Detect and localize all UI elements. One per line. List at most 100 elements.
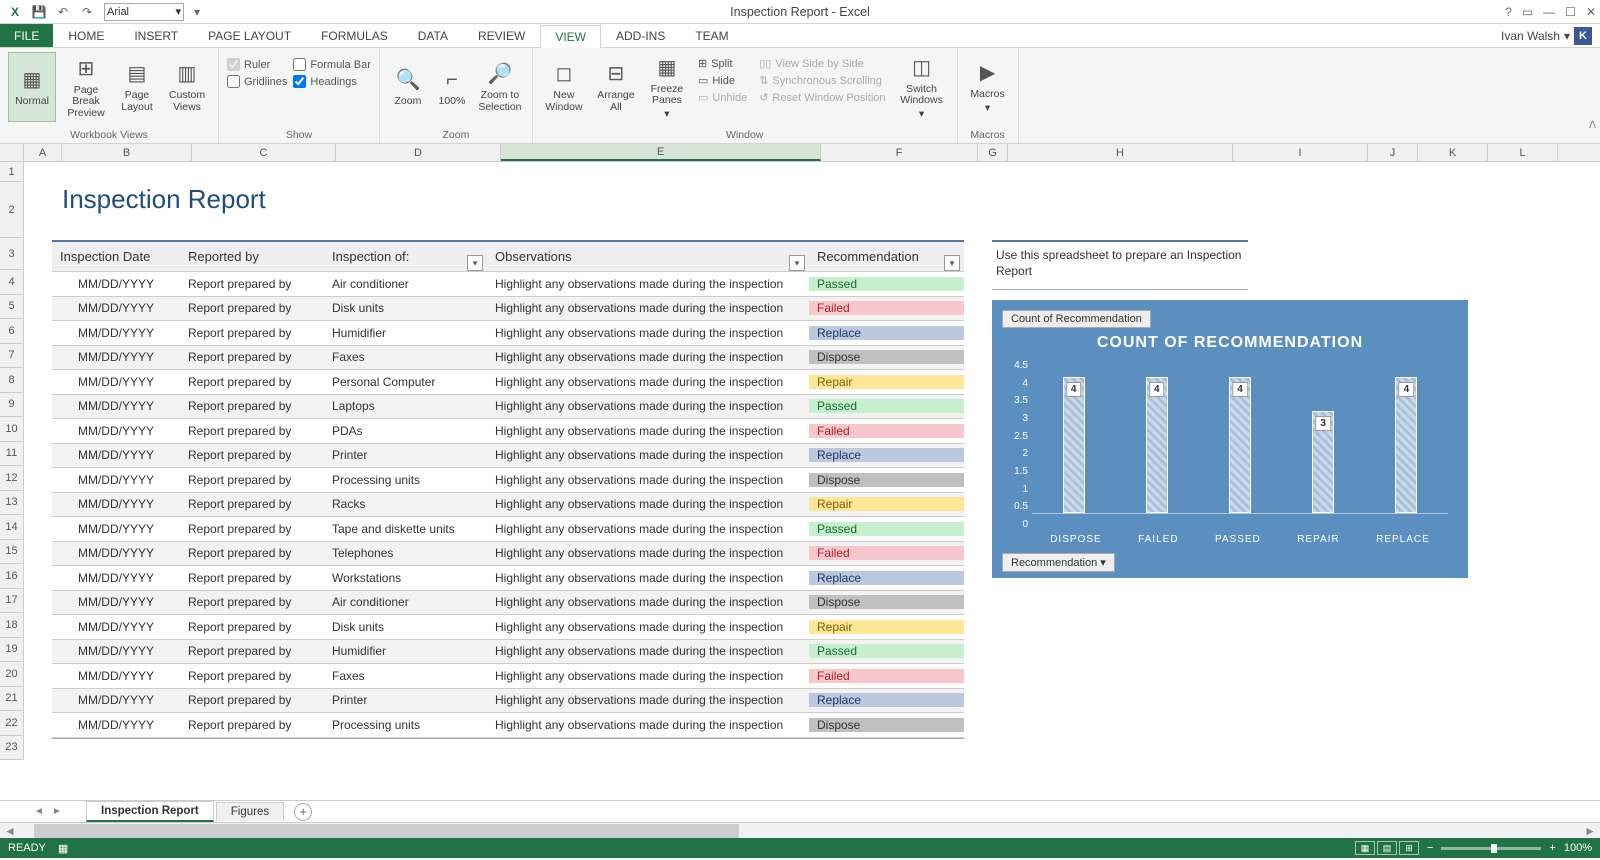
cell-recommendation[interactable]: Failed: [809, 669, 964, 683]
col-header-H[interactable]: H: [1008, 144, 1233, 161]
zoom-button[interactable]: 🔍Zoom: [388, 52, 428, 122]
col-header-E[interactable]: E: [501, 144, 821, 161]
cell-inspection[interactable]: Humidifier: [324, 326, 487, 340]
cell-inspection[interactable]: Tape and diskette units: [324, 522, 487, 536]
pagebreak-button[interactable]: ⊞Page Break Preview: [62, 52, 110, 122]
font-combo[interactable]: Arial▾: [104, 3, 184, 21]
col-reported-by[interactable]: Reported by: [180, 249, 324, 264]
customviews-button[interactable]: ▥Custom Views: [164, 52, 210, 122]
row-header-21[interactable]: 21: [0, 687, 24, 712]
cell-recommendation[interactable]: Replace: [809, 693, 964, 707]
cell-reported[interactable]: Report prepared by: [180, 375, 324, 389]
table-row[interactable]: MM/DD/YYYYReport prepared byTelephonesHi…: [52, 542, 964, 567]
row-header-11[interactable]: 11: [0, 442, 24, 467]
cell-reported[interactable]: Report prepared by: [180, 473, 324, 487]
maximize-icon[interactable]: ☐: [1565, 5, 1576, 19]
table-row[interactable]: MM/DD/YYYYReport prepared byProcessing u…: [52, 468, 964, 493]
filter-icon[interactable]: ▾: [944, 255, 960, 271]
cell-date[interactable]: MM/DD/YYYY: [52, 595, 180, 609]
tab-formulas[interactable]: FORMULAS: [306, 24, 403, 47]
horizontal-scrollbar[interactable]: ◄ ►: [0, 822, 1600, 838]
tab-insert[interactable]: INSERT: [119, 24, 193, 47]
cell-inspection[interactable]: PDAs: [324, 424, 487, 438]
tab-add-ins[interactable]: ADD-INS: [601, 24, 680, 47]
zoom-out-icon[interactable]: −: [1427, 842, 1433, 854]
col-header-D[interactable]: D: [336, 144, 501, 161]
row-header-19[interactable]: 19: [0, 638, 24, 663]
table-row[interactable]: MM/DD/YYYYReport prepared byPDAsHighligh…: [52, 419, 964, 444]
tab-view[interactable]: VIEW: [540, 25, 601, 48]
table-row[interactable]: MM/DD/YYYYReport prepared byRacksHighlig…: [52, 493, 964, 518]
cell-inspection[interactable]: Personal Computer: [324, 375, 487, 389]
cell-date[interactable]: MM/DD/YYYY: [52, 301, 180, 315]
cell-inspection[interactable]: Processing units: [324, 473, 487, 487]
zoom-slider[interactable]: [1441, 847, 1541, 850]
cell-reported[interactable]: Report prepared by: [180, 669, 324, 683]
col-observations[interactable]: Observations▾: [487, 249, 809, 264]
cell-observations[interactable]: Highlight any observations made during t…: [487, 644, 809, 658]
help-icon[interactable]: ?: [1505, 5, 1512, 19]
cell-observations[interactable]: Highlight any observations made during t…: [487, 301, 809, 315]
cell-inspection[interactable]: Telephones: [324, 546, 487, 560]
cell-inspection[interactable]: Laptops: [324, 399, 487, 413]
col-header-A[interactable]: A: [24, 144, 62, 161]
cell-reported[interactable]: Report prepared by: [180, 399, 324, 413]
row-header-18[interactable]: 18: [0, 613, 24, 638]
row-header-13[interactable]: 13: [0, 491, 24, 516]
cell-observations[interactable]: Highlight any observations made during t…: [487, 375, 809, 389]
cell-observations[interactable]: Highlight any observations made during t…: [487, 546, 809, 560]
row-header-9[interactable]: 9: [0, 393, 24, 418]
syncscroll-button[interactable]: ⇅ Synchronous Scrolling: [756, 73, 888, 88]
cell-reported[interactable]: Report prepared by: [180, 718, 324, 732]
sheet-tab-figures[interactable]: Figures: [216, 802, 284, 821]
redo-icon[interactable]: ↷: [76, 2, 98, 22]
unhide-button[interactable]: ▭ Unhide: [695, 90, 750, 105]
cell-recommendation[interactable]: Passed: [809, 644, 964, 658]
close-icon[interactable]: ✕: [1586, 5, 1596, 19]
row-header-8[interactable]: 8: [0, 368, 24, 393]
cell-inspection[interactable]: Printer: [324, 693, 487, 707]
col-header-G[interactable]: G: [978, 144, 1008, 161]
cell-date[interactable]: MM/DD/YYYY: [52, 375, 180, 389]
table-row[interactable]: MM/DD/YYYYReport prepared byPrinterHighl…: [52, 689, 964, 714]
row-header-22[interactable]: 22: [0, 711, 24, 736]
cell-reported[interactable]: Report prepared by: [180, 301, 324, 315]
col-inspection-of[interactable]: Inspection of:▾: [324, 249, 487, 264]
ribbon-opts-icon[interactable]: ▭: [1522, 5, 1533, 19]
cell-recommendation[interactable]: Passed: [809, 399, 964, 413]
cell-observations[interactable]: Highlight any observations made during t…: [487, 571, 809, 585]
cell-recommendation[interactable]: Repair: [809, 375, 964, 389]
row-header-7[interactable]: 7: [0, 344, 24, 369]
zoomtosel-button[interactable]: 🔎Zoom to Selection: [476, 52, 524, 122]
cell-inspection[interactable]: Racks: [324, 497, 487, 511]
table-row[interactable]: MM/DD/YYYYReport prepared byPersonal Com…: [52, 370, 964, 395]
view-layout-icon[interactable]: ▤: [1377, 841, 1397, 855]
cell-observations[interactable]: Highlight any observations made during t…: [487, 669, 809, 683]
col-inspection-date[interactable]: Inspection Date: [52, 249, 180, 264]
split-button[interactable]: ⊞ Split: [695, 56, 750, 71]
col-header-B[interactable]: B: [62, 144, 192, 161]
table-row[interactable]: MM/DD/YYYYReport prepared byDisk unitsHi…: [52, 615, 964, 640]
headings-check[interactable]: Headings: [293, 75, 371, 88]
cell-observations[interactable]: Highlight any observations made during t…: [487, 522, 809, 536]
macro-record-icon[interactable]: ▦: [58, 842, 68, 855]
freezepanes-button[interactable]: ▦Freeze Panes▾: [645, 52, 689, 122]
chart-field-pill[interactable]: Count of Recommendation: [1002, 310, 1151, 328]
cell-observations[interactable]: Highlight any observations made during t…: [487, 473, 809, 487]
zoom100-button[interactable]: ⌐100%: [434, 52, 470, 122]
cell-observations[interactable]: Highlight any observations made during t…: [487, 277, 809, 291]
cell-inspection[interactable]: Air conditioner: [324, 595, 487, 609]
table-row[interactable]: MM/DD/YYYYReport prepared byFaxesHighlig…: [52, 346, 964, 371]
cell-recommendation[interactable]: Repair: [809, 497, 964, 511]
resetpos-button[interactable]: ↺ Reset Window Position: [756, 90, 888, 105]
cell-reported[interactable]: Report prepared by: [180, 448, 324, 462]
cell-recommendation[interactable]: Dispose: [809, 595, 964, 609]
newwindow-button[interactable]: ◻New Window: [541, 52, 587, 122]
row-header-2[interactable]: 2: [0, 182, 24, 238]
table-row[interactable]: MM/DD/YYYYReport prepared byFaxesHighlig…: [52, 664, 964, 689]
col-header-I[interactable]: I: [1233, 144, 1368, 161]
cell-date[interactable]: MM/DD/YYYY: [52, 350, 180, 364]
cell-date[interactable]: MM/DD/YYYY: [52, 448, 180, 462]
zoom-in-icon[interactable]: +: [1549, 842, 1555, 854]
cell-reported[interactable]: Report prepared by: [180, 497, 324, 511]
